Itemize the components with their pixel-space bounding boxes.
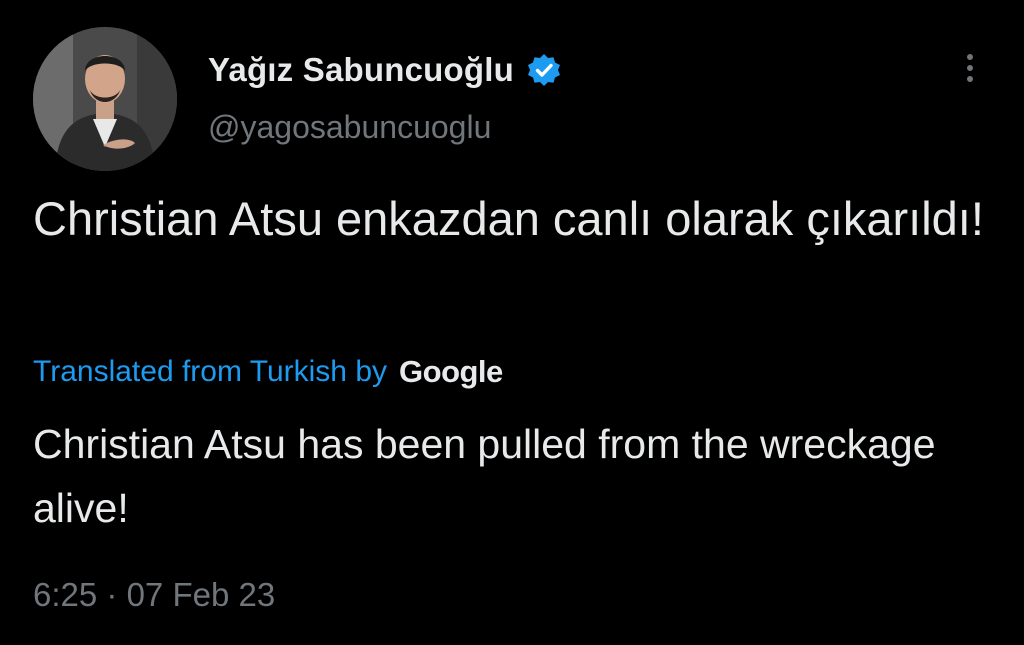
tweet-time[interactable]: 6:25 <box>33 576 97 613</box>
more-options-icon-dot <box>967 65 973 71</box>
tweet-card: Yağız Sabuncuoğlu @yagosabuncuoglu Chris… <box>0 0 1024 645</box>
tweet-timestamp[interactable]: 6:25 · 07 Feb 23 <box>33 576 275 614</box>
verified-badge-icon <box>526 52 562 88</box>
author-handle[interactable]: @yagosabuncuoglu <box>208 109 491 146</box>
tweet-date[interactable]: 07 Feb 23 <box>127 576 276 613</box>
more-options-icon <box>967 54 973 60</box>
more-options-button[interactable] <box>955 48 985 88</box>
timestamp-separator: · <box>106 576 127 613</box>
avatar[interactable] <box>33 27 177 171</box>
avatar-photo-icon <box>33 27 177 171</box>
translation-attribution: Translated from Turkish by Google <box>33 352 503 392</box>
google-logo: Google <box>399 354 503 389</box>
translation-link[interactable]: Translated from Turkish by <box>33 355 387 389</box>
more-options-icon-dot <box>967 76 973 82</box>
tweet-original-text: Christian Atsu enkazdan canlı olarak çık… <box>33 192 984 245</box>
author-name-row[interactable]: Yağız Sabuncuoğlu <box>208 50 562 90</box>
tweet-translated-text: Christian Atsu has been pulled from the … <box>33 421 936 531</box>
author-display-name[interactable]: Yağız Sabuncuoğlu <box>208 51 514 89</box>
